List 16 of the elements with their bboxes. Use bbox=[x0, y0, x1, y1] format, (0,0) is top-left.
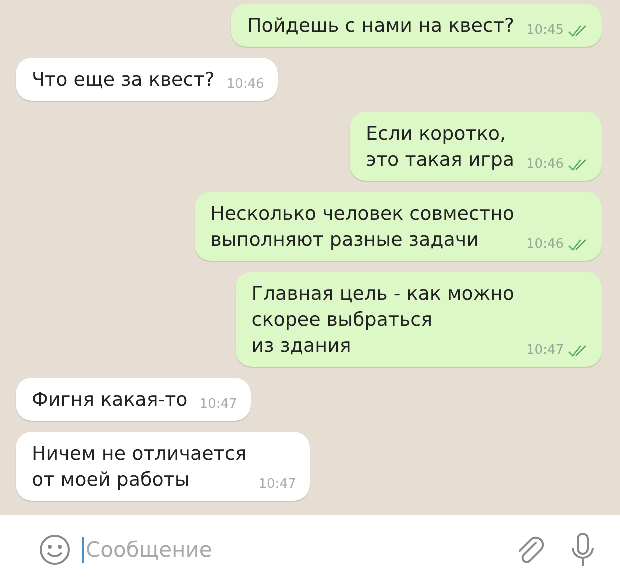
message-time: 10:47 bbox=[200, 397, 238, 412]
message-time: 10:47 bbox=[258, 477, 296, 492]
message-text: Главная цель - как можно скорее выбраться из здания bbox=[252, 282, 515, 359]
message-text: Пойдешь с нами на квест? bbox=[247, 14, 515, 39]
message-time: 10:45 bbox=[526, 23, 564, 38]
message-text: Если коротко, это такая игра bbox=[366, 122, 515, 173]
message-time: 10:47 bbox=[526, 343, 564, 358]
message-time: 10:46 bbox=[526, 237, 564, 252]
message-text: Фигня какая-то bbox=[32, 388, 188, 413]
emoji-icon[interactable] bbox=[38, 533, 72, 567]
message-time: 10:46 bbox=[526, 157, 564, 172]
message-time: 10:46 bbox=[226, 77, 264, 92]
message-text: Что еще за квест? bbox=[32, 68, 215, 93]
message-text: Ничем не отличается от моей работы bbox=[32, 442, 247, 493]
microphone-icon[interactable] bbox=[570, 532, 596, 568]
message-text: Несколько человек совместно выполняют разные задачи bbox=[210, 202, 515, 253]
